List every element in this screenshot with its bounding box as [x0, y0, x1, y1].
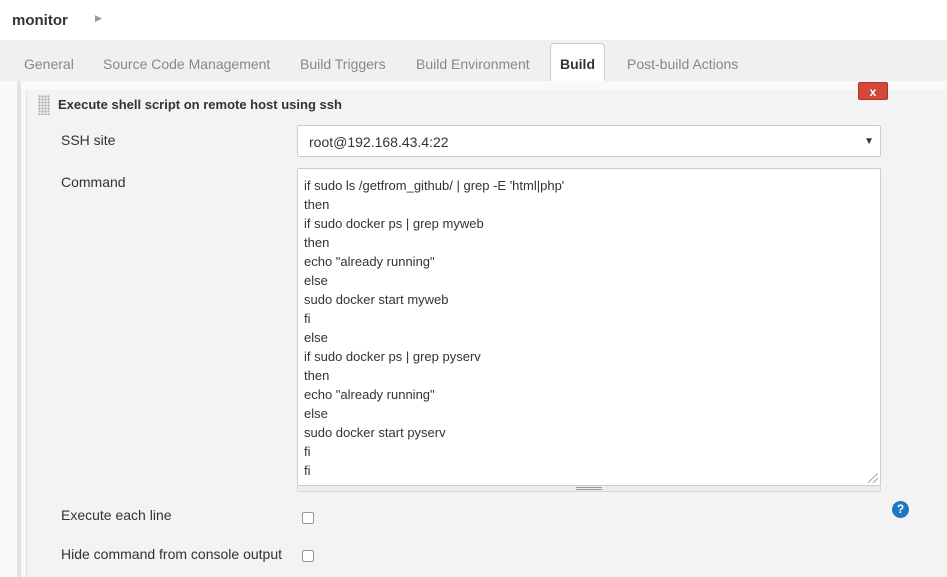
- breadcrumb-job-link[interactable]: monitor: [12, 12, 68, 29]
- tab-source-code-management[interactable]: Source Code Management: [103, 56, 270, 72]
- command-label: Command: [61, 174, 126, 190]
- execute-each-line-checkbox[interactable]: [302, 512, 314, 524]
- command-textarea[interactable]: if sudo ls /getfrom_github/ | grep -E 'h…: [297, 168, 881, 486]
- resize-handle-icon: [576, 487, 602, 490]
- execute-each-line-label: Execute each line: [61, 507, 172, 523]
- chevron-right-icon[interactable]: ▶: [95, 13, 102, 24]
- tab-post-build-actions[interactable]: Post-build Actions: [627, 56, 738, 72]
- drag-handle-icon[interactable]: [38, 95, 50, 115]
- tab-build-environment[interactable]: Build Environment: [416, 56, 530, 72]
- ssh-site-select[interactable]: root@192.168.43.4:22 ▼: [297, 125, 881, 157]
- build-step-title: Execute shell script on remote host usin…: [58, 97, 342, 112]
- breadcrumb-bar: monitor ▶: [0, 0, 947, 40]
- dropdown-arrow-icon: ▼: [864, 136, 874, 147]
- delete-step-button[interactable]: x: [858, 82, 888, 100]
- section-indicator: [17, 81, 21, 577]
- resize-grip-icon[interactable]: [868, 473, 878, 483]
- tab-build-triggers[interactable]: Build Triggers: [300, 56, 386, 72]
- hide-command-checkbox[interactable]: [302, 550, 314, 562]
- tab-build[interactable]: Build: [550, 43, 605, 81]
- hide-command-label: Hide command from console output: [61, 546, 282, 562]
- tab-general[interactable]: General: [24, 56, 74, 72]
- ssh-site-value: root@192.168.43.4:22: [309, 134, 449, 150]
- help-icon[interactable]: ?: [892, 501, 909, 518]
- ssh-site-label: SSH site: [61, 132, 116, 148]
